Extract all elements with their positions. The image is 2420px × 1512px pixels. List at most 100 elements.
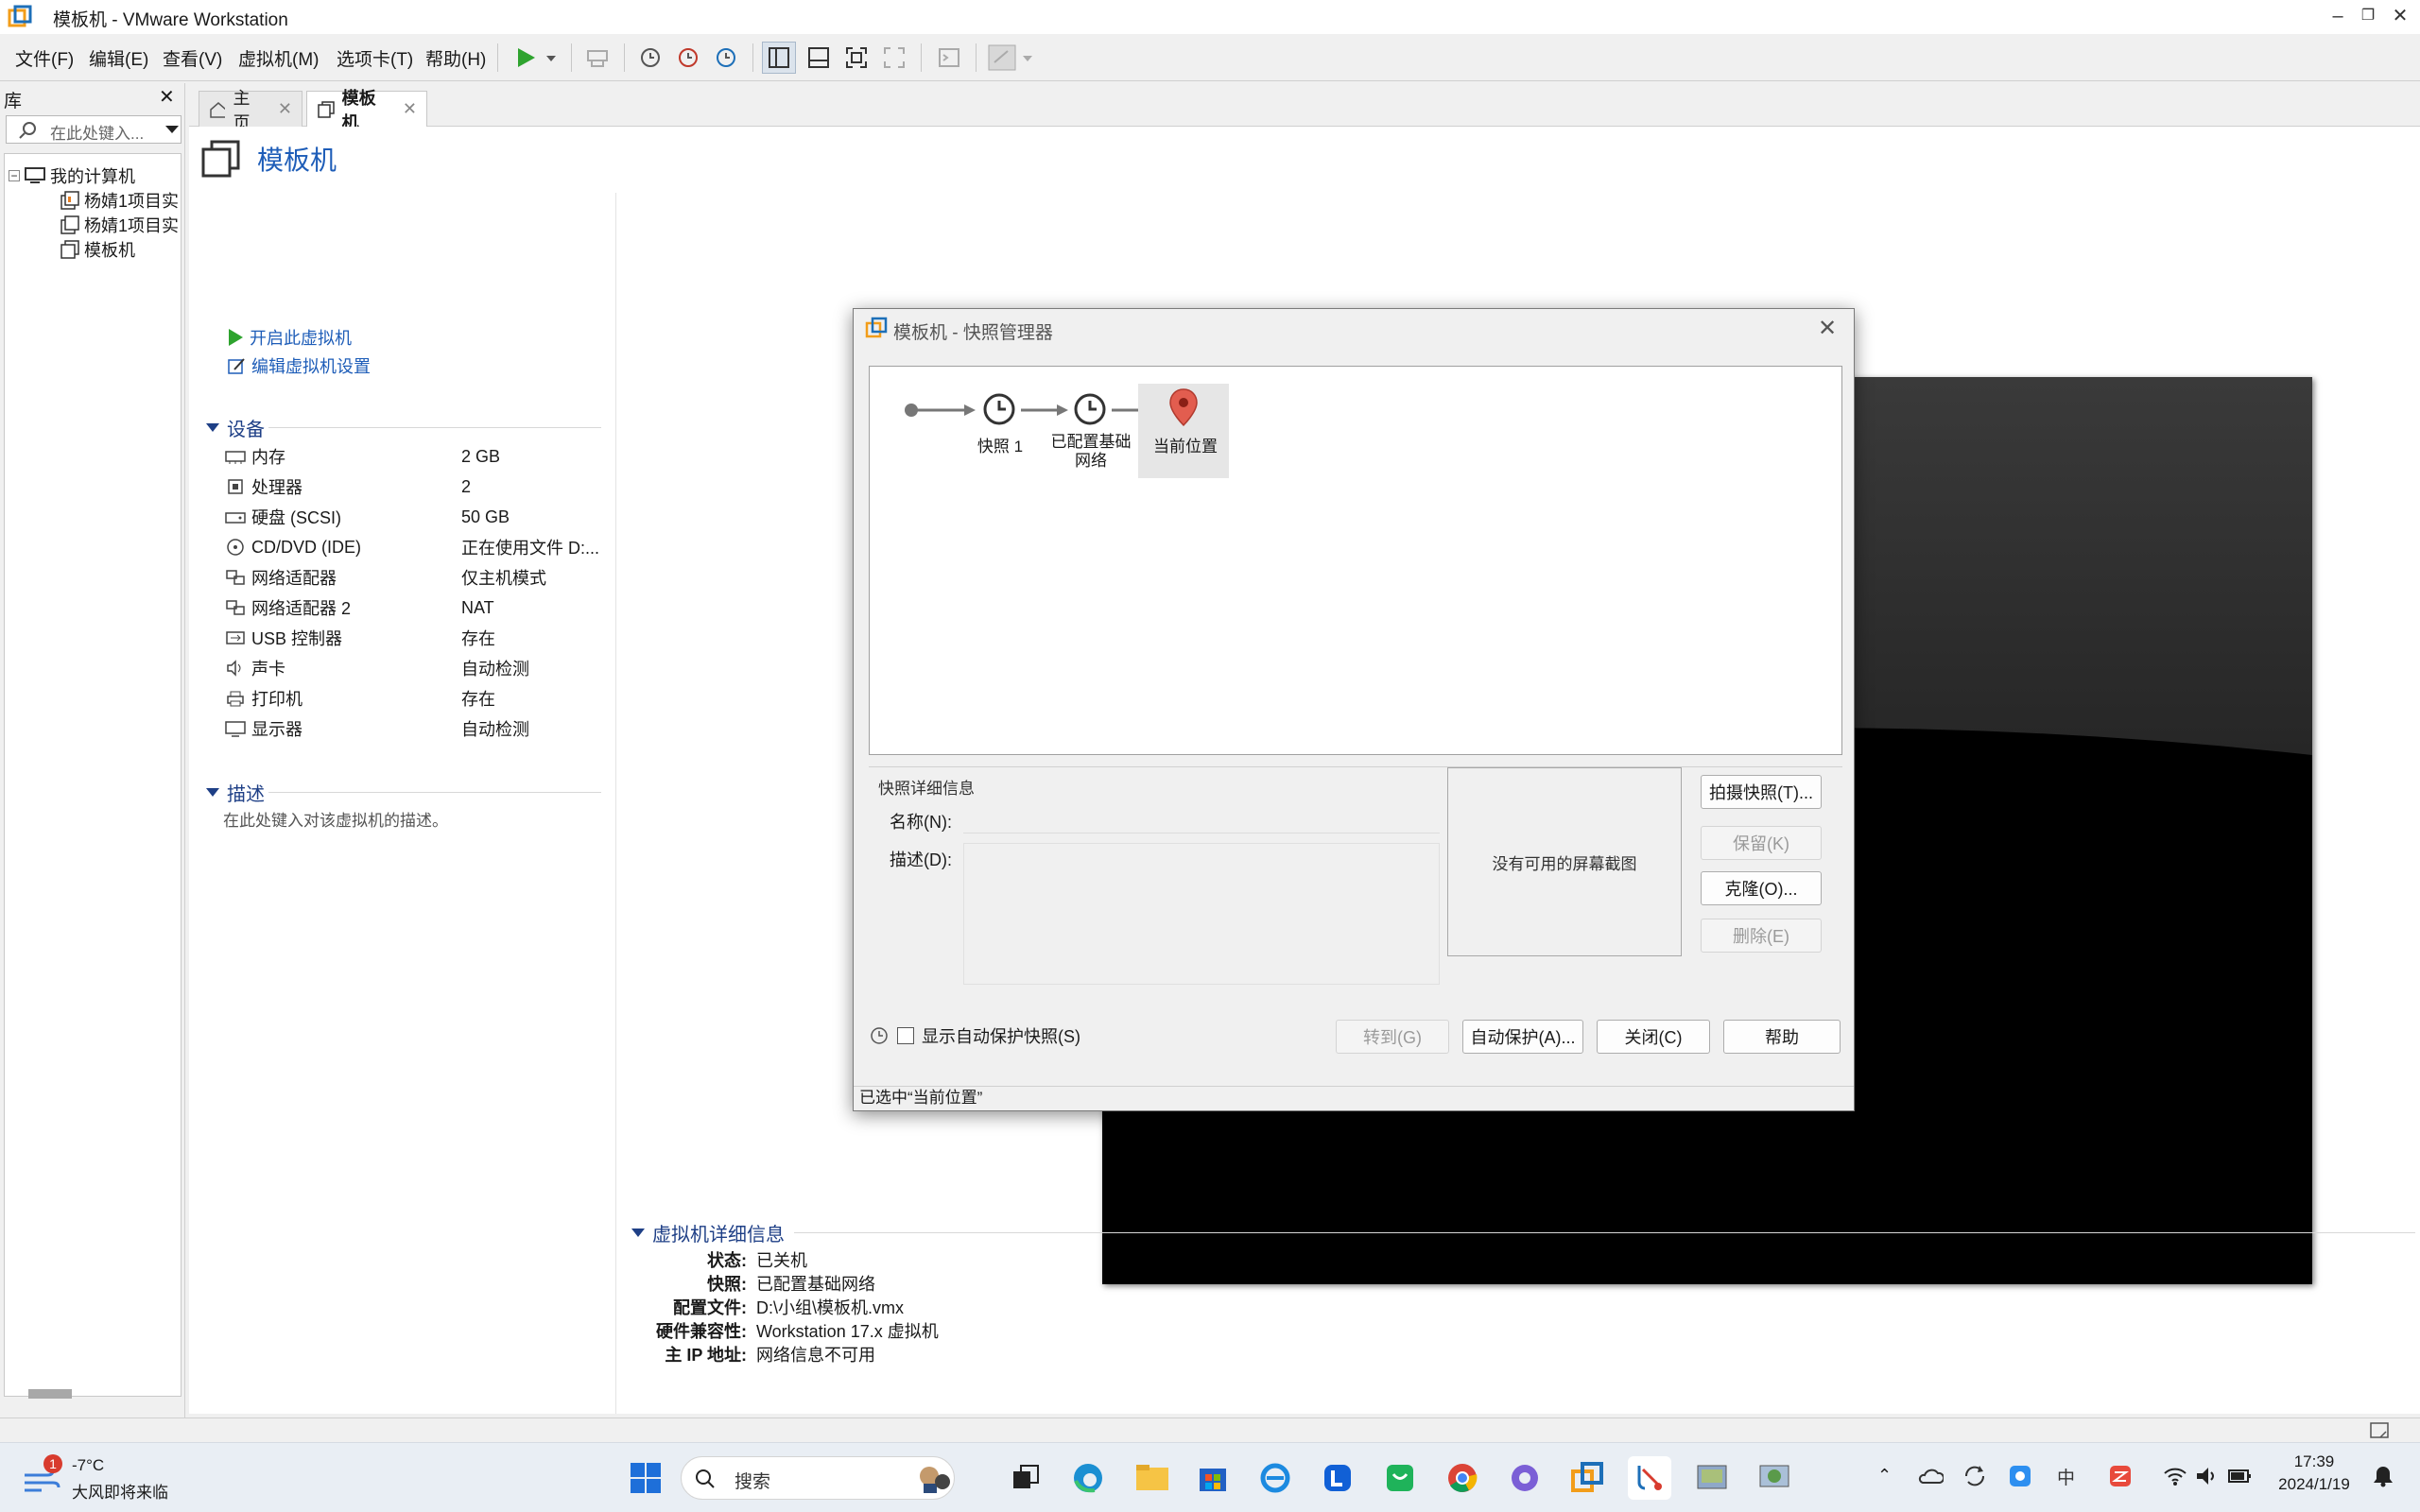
wifi-icon[interactable]: [2163, 1466, 2187, 1486]
snipping-tool-icon[interactable]: [1628, 1456, 1671, 1500]
take-snapshot-icon[interactable]: [633, 42, 667, 74]
goto-button[interactable]: 转到(G): [1336, 1020, 1449, 1054]
snapshot-name-field[interactable]: [963, 803, 1440, 833]
clock[interactable]: 17:39 2024/1/19: [2269, 1451, 2360, 1496]
start-button[interactable]: [624, 1456, 667, 1500]
snapshot-manager-icon[interactable]: [709, 42, 743, 74]
ie-icon[interactable]: [1253, 1456, 1297, 1500]
stretch-guest-dropdown[interactable]: [985, 42, 1038, 74]
device-row[interactable]: 网络适配器 仅主机模式: [225, 563, 613, 592]
restore-button[interactable]: ❐: [2356, 4, 2380, 28]
menu-file[interactable]: 文件(F): [15, 45, 74, 71]
show-autoprotect-checkbox[interactable]: [897, 1027, 914, 1044]
lens-app-icon[interactable]: [1316, 1456, 1359, 1500]
chevron-down-icon[interactable]: [165, 126, 179, 135]
menu-vm[interactable]: 虚拟机(M): [238, 45, 319, 71]
collapse-icon[interactable]: −: [9, 170, 20, 181]
ime-indicator[interactable]: 中: [2057, 1464, 2075, 1489]
close-window-button[interactable]: ✕: [2388, 4, 2412, 28]
close-dialog-icon[interactable]: ✕: [1818, 315, 1837, 342]
device-row[interactable]: 打印机 存在: [225, 684, 613, 713]
description-section-header[interactable]: 描述: [206, 779, 265, 806]
control-panel-icon[interactable]: [1690, 1456, 1734, 1500]
thumbnail-bar-icon[interactable]: [802, 42, 836, 74]
window-title: 模板机 - VMware Workstation: [53, 10, 288, 30]
device-row[interactable]: 内存 2 GB: [225, 442, 613, 471]
device-row[interactable]: USB 控制器 存在: [225, 624, 613, 652]
revert-snapshot-icon[interactable]: [671, 42, 705, 74]
edit-vm-settings-link[interactable]: 编辑虚拟机设置: [227, 353, 371, 378]
menu-view[interactable]: 查看(V): [163, 45, 222, 71]
copilot-icon[interactable]: [1503, 1456, 1547, 1500]
snapshot-description-field[interactable]: [963, 843, 1440, 985]
vm-info-panel: 开启此虚拟机 编辑虚拟机设置 设备 内存 2 GB 处理器 2 硬盘 (SCSI) 50 …: [189, 193, 616, 1414]
take-snapshot-button[interactable]: 拍摄快照(T)...: [1701, 775, 1822, 809]
vm-details-header[interactable]: 虚拟机详细信息: [631, 1219, 785, 1246]
device-row[interactable]: CD/DVD (IDE) 正在使用文件 D:...: [225, 533, 613, 561]
tree-item-vm2[interactable]: 杨婧1项目实: [60, 213, 179, 237]
vmware-taskbar-icon[interactable]: [1565, 1456, 1609, 1500]
details-group-label: 快照详细信息: [878, 780, 975, 798]
autoprotect-button[interactable]: 自动保护(A)...: [1462, 1020, 1583, 1054]
close-tab-icon[interactable]: ✕: [403, 99, 417, 119]
play-icon: [229, 329, 243, 346]
keep-button[interactable]: 保留(K): [1701, 826, 1822, 860]
taskbar-search[interactable]: 搜索: [681, 1456, 955, 1500]
menu-help[interactable]: 帮助(H): [425, 45, 486, 71]
device-row[interactable]: 声卡 自动检测: [225, 654, 613, 682]
snapshot-node-1[interactable]: [981, 391, 1017, 427]
power-on-dropdown[interactable]: [507, 42, 563, 74]
volume-icon[interactable]: [2195, 1466, 2218, 1486]
message-log-icon[interactable]: [2369, 1421, 2390, 1440]
console-view-icon[interactable]: [932, 42, 966, 74]
delete-button[interactable]: 删除(E): [1701, 919, 1822, 953]
battery-icon[interactable]: [2227, 1466, 2254, 1486]
minimize-button[interactable]: –: [2325, 4, 2350, 28]
green-app-icon[interactable]: [1378, 1456, 1422, 1500]
sync-icon[interactable]: [1962, 1464, 1987, 1488]
snapshot-tree[interactable]: 快照 1 已配置基础网络 当前位置: [869, 366, 1842, 755]
send-ctrl-alt-del-icon[interactable]: [580, 42, 614, 74]
fullscreen-icon[interactable]: [839, 42, 873, 74]
onedrive-icon[interactable]: [1917, 1464, 1944, 1486]
menu-tabs[interactable]: 选项卡(T): [337, 45, 413, 71]
device-row[interactable]: 处理器 2: [225, 472, 613, 501]
weather-widget[interactable]: 1 -7°C 大风即将来临: [19, 1452, 208, 1503]
device-row[interactable]: 硬盘 (SCSI) 50 GB: [225, 503, 613, 531]
snapshot-node-1-label: 快照 1: [977, 438, 1024, 455]
start-vm-link[interactable]: 开启此虚拟机: [227, 325, 352, 350]
tree-item-vm1[interactable]: 杨婧1项目实: [60, 188, 179, 213]
close-library-icon[interactable]: ✕: [159, 85, 175, 109]
device-row[interactable]: 显示器 自动检测: [225, 714, 613, 743]
menu-edit[interactable]: 编辑(E): [89, 45, 148, 71]
network-app-icon[interactable]: [1753, 1456, 1796, 1500]
tree-my-computer[interactable]: − 我的计算机: [9, 163, 135, 188]
app-tray-icon[interactable]: [2008, 1464, 2032, 1488]
show-hidden-icons[interactable]: ⌃: [1877, 1466, 1892, 1486]
edge-icon[interactable]: [1066, 1456, 1110, 1500]
description-placeholder[interactable]: 在此处键入对该虚拟机的描述。: [223, 807, 448, 831]
close-button[interactable]: 关闭(C): [1597, 1020, 1710, 1054]
network-icon: [226, 600, 245, 615]
file-explorer-icon[interactable]: [1131, 1456, 1174, 1500]
tree-item-template[interactable]: 模板机: [60, 237, 135, 262]
library-search-input[interactable]: 在此处键入...: [6, 115, 182, 144]
task-view-icon[interactable]: [1004, 1456, 1047, 1500]
device-row[interactable]: 网络适配器 2 NAT: [225, 593, 613, 622]
detail-label: 主 IP 地址:: [665, 1346, 747, 1365]
ms-store-icon[interactable]: [1191, 1456, 1235, 1500]
clone-button[interactable]: 克隆(O)...: [1701, 871, 1822, 905]
help-button[interactable]: 帮助: [1723, 1020, 1841, 1054]
wps-icon[interactable]: [2108, 1464, 2133, 1488]
devices-section-header[interactable]: 设备: [206, 414, 265, 441]
current-location-node[interactable]: [1167, 387, 1201, 427]
show-library-icon[interactable]: [762, 42, 796, 74]
tab-template-vm[interactable]: 模板机 ✕: [306, 89, 427, 132]
close-tab-icon[interactable]: ✕: [278, 99, 292, 119]
tab-home[interactable]: 主页 ✕: [199, 89, 302, 132]
snapshot-node-2[interactable]: [1072, 391, 1108, 427]
library-scrollbar[interactable]: [28, 1389, 72, 1399]
unity-icon[interactable]: [877, 42, 911, 74]
notification-bell-icon[interactable]: [2371, 1464, 2395, 1488]
chrome-icon[interactable]: [1441, 1456, 1484, 1500]
